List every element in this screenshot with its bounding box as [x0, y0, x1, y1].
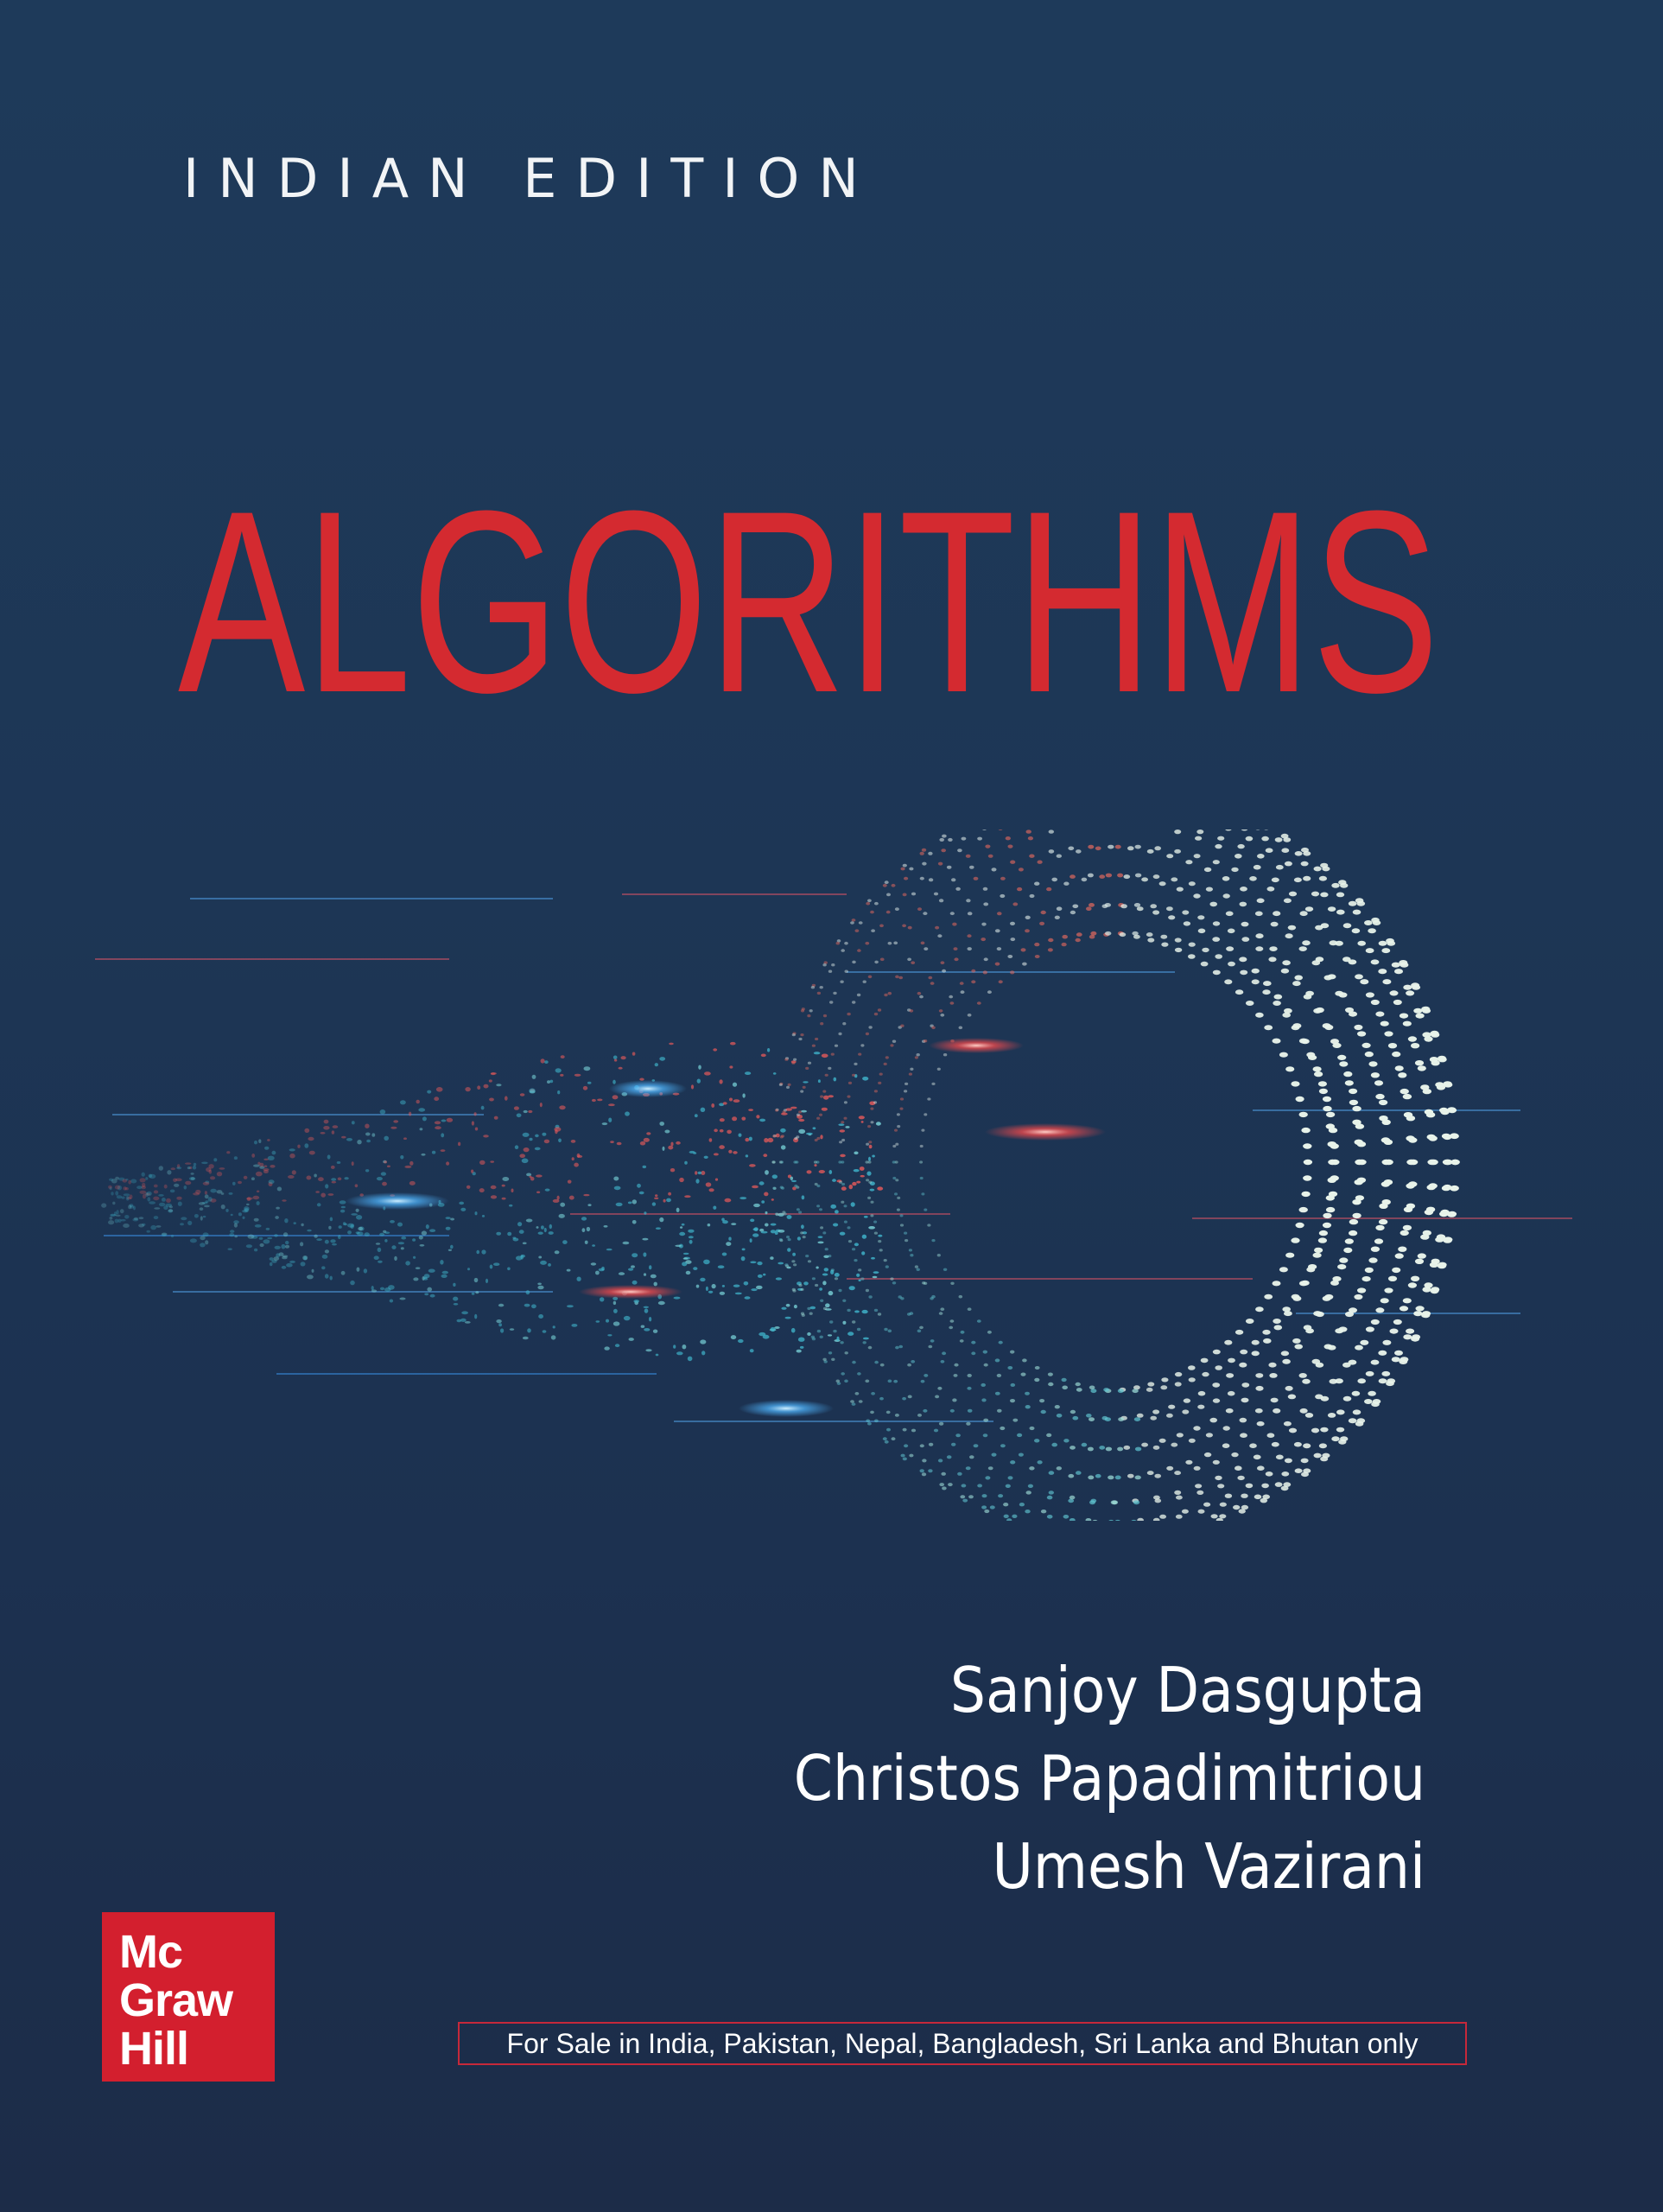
author-name: Christos Papadimitriou — [793, 1742, 1425, 1815]
book-title: ALGORITHMS — [178, 432, 1474, 747]
author-name: Umesh Vazirani — [992, 1830, 1425, 1903]
logo-line: Graw — [119, 1974, 233, 2026]
torus-dot-illustration — [95, 830, 1572, 1521]
edition-label: INDIAN EDITION — [183, 147, 878, 210]
sale-restriction-notice: For Sale in India, Pakistan, Nepal, Bang… — [458, 2022, 1467, 2065]
author-list: Sanjoy Dasgupta Christos Papadimitriou U… — [794, 1646, 1425, 1910]
logo-line: Hill — [119, 2023, 189, 2075]
mcgraw-hill-logo: Mc Graw Hill — [102, 1912, 275, 2082]
author-name: Sanjoy Dasgupta — [949, 1654, 1425, 1726]
book-cover: INDIAN EDITION ALGORITHMS Sanjoy Dasgupt… — [0, 0, 1663, 2212]
book-title-text: ALGORITHMS — [178, 456, 1439, 717]
logo-line: Mc — [119, 1926, 183, 1978]
